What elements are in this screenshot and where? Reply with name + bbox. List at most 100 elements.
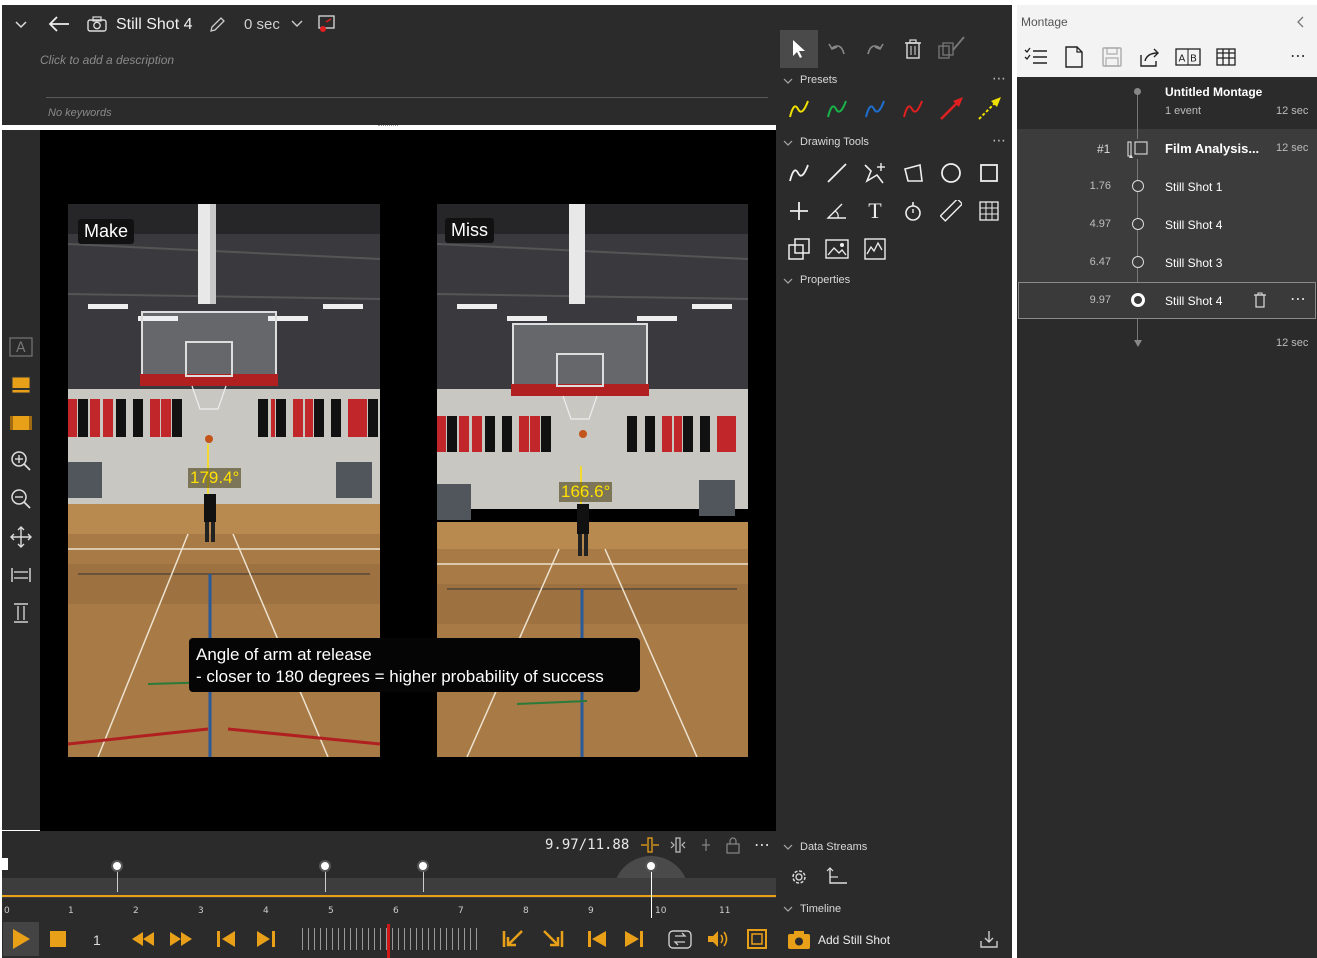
- montage-name[interactable]: Untitled Montage: [1165, 85, 1262, 99]
- group-name[interactable]: Film Analysis...: [1165, 141, 1259, 156]
- grid-layout-icon[interactable]: [1213, 45, 1239, 69]
- mark-in-icon[interactable]: [500, 928, 526, 950]
- preset-red-arrow-icon[interactable]: [938, 94, 966, 122]
- text-overlay-icon[interactable]: A: [8, 336, 34, 358]
- properties-chevron-icon[interactable]: [782, 275, 794, 287]
- duration-value[interactable]: 0 sec: [244, 16, 280, 33]
- play-icon[interactable]: [3, 922, 39, 956]
- left-angle-measure[interactable]: 179.4°: [188, 468, 242, 488]
- add-marker-icon[interactable]: [698, 836, 714, 854]
- save-disk-icon[interactable]: [1100, 45, 1124, 69]
- redo-icon[interactable]: [864, 38, 886, 60]
- clear-brush-icon[interactable]: [936, 34, 968, 62]
- axes-chart-icon[interactable]: [824, 864, 850, 890]
- item-delete-trash-icon[interactable]: [1251, 291, 1269, 309]
- drawing-tools-header[interactable]: Drawing Tools: [800, 136, 869, 148]
- add-still-shot-camera-icon[interactable]: [786, 929, 812, 951]
- circle-tool-icon[interactable]: [938, 160, 964, 186]
- montage-item[interactable]: Still Shot 4: [1165, 294, 1222, 308]
- import-download-icon[interactable]: [978, 928, 1000, 950]
- montage-item[interactable]: Still Shot 1: [1165, 180, 1222, 194]
- trim-handle-icon[interactable]: [640, 836, 660, 854]
- delete-trash-icon[interactable]: [902, 38, 924, 60]
- data-streams-chevron-icon[interactable]: [782, 841, 794, 853]
- playback-speed[interactable]: 1: [93, 932, 101, 948]
- collapse-montage-chevron-icon[interactable]: [1292, 14, 1308, 30]
- zoom-out-icon[interactable]: [8, 488, 34, 510]
- step-back-icon[interactable]: [214, 928, 238, 950]
- splitter-grip[interactable]: [378, 125, 398, 129]
- stop-icon[interactable]: [48, 929, 68, 949]
- share-export-icon[interactable]: [1137, 45, 1163, 69]
- montage-more-icon[interactable]: ⋯: [1287, 46, 1309, 66]
- text-tool-icon[interactable]: T: [862, 198, 888, 224]
- fit-height-icon[interactable]: [8, 602, 34, 624]
- checklist-icon[interactable]: [1022, 45, 1050, 69]
- image-tool-icon[interactable]: [824, 236, 850, 262]
- stopwatch-tool-icon[interactable]: [900, 198, 926, 224]
- preset-yellow-dashed-arrow-icon[interactable]: [976, 94, 1004, 122]
- volume-icon[interactable]: [706, 928, 732, 950]
- polyline-tool-icon[interactable]: [862, 160, 888, 186]
- clip-title[interactable]: Still Shot 4: [116, 16, 192, 34]
- crosshair-tool-icon[interactable]: [786, 198, 812, 224]
- presets-header[interactable]: Presets: [800, 74, 837, 86]
- description-field[interactable]: Click to add a description: [40, 53, 174, 67]
- polygon-tool-icon[interactable]: [900, 160, 926, 186]
- ab-compare-icon[interactable]: AB: [1174, 45, 1202, 69]
- new-document-icon[interactable]: [1062, 45, 1086, 69]
- select-arrow-icon[interactable]: [780, 30, 818, 68]
- lock-icon[interactable]: [724, 835, 742, 855]
- preset-blue-pen-icon[interactable]: [862, 96, 888, 122]
- timeline-header[interactable]: Timeline: [800, 903, 841, 915]
- fit-frame-icon[interactable]: [8, 374, 34, 396]
- timeline-more-icon[interactable]: ⋯: [752, 836, 772, 854]
- line-tool-icon[interactable]: [824, 160, 850, 186]
- keywords-field[interactable]: No keywords: [48, 107, 112, 119]
- mark-out-icon[interactable]: [540, 928, 566, 950]
- preset-yellow-pen-icon[interactable]: [786, 96, 812, 122]
- go-to-end-icon[interactable]: [622, 928, 646, 950]
- add-still-shot-button[interactable]: Add Still Shot: [818, 933, 890, 947]
- keyframe-still-shot-1[interactable]: [111, 860, 123, 872]
- data-streams-header[interactable]: Data Streams: [800, 841, 867, 853]
- playhead-keyframe[interactable]: [645, 860, 657, 872]
- overlay-tool-icon[interactable]: [786, 236, 812, 262]
- item-more-icon[interactable]: ⋯: [1287, 290, 1309, 308]
- jog-wheel[interactable]: [302, 928, 482, 950]
- rectangle-tool-icon[interactable]: [976, 160, 1002, 186]
- fill-frame-icon[interactable]: [8, 412, 34, 434]
- fit-width-icon[interactable]: [8, 564, 34, 586]
- properties-header[interactable]: Properties: [800, 274, 850, 286]
- split-clip-icon[interactable]: [668, 836, 688, 854]
- fast-forward-icon[interactable]: [168, 928, 194, 950]
- zoom-in-icon[interactable]: [8, 450, 34, 472]
- presets-more-icon[interactable]: ⋯: [992, 70, 1006, 87]
- undo-icon[interactable]: [826, 38, 848, 60]
- drawing-tools-more-icon[interactable]: ⋯: [992, 132, 1006, 149]
- presets-chevron-icon[interactable]: [782, 75, 794, 87]
- montage-item[interactable]: Still Shot 3: [1165, 256, 1222, 270]
- right-angle-measure[interactable]: 166.6°: [559, 482, 613, 502]
- edit-pencil-icon[interactable]: [206, 14, 228, 36]
- ruler-tool-icon[interactable]: [938, 198, 964, 224]
- caption-box[interactable]: Angle of arm at release - closer to 180 …: [189, 638, 640, 692]
- graph-tool-icon[interactable]: [862, 236, 888, 262]
- go-to-start-icon[interactable]: [585, 928, 609, 950]
- freehand-pen-icon[interactable]: [786, 160, 812, 186]
- keyframe-still-shot-4[interactable]: [319, 860, 331, 872]
- step-forward-icon[interactable]: [254, 928, 278, 950]
- settings-gear-icon[interactable]: [786, 864, 812, 890]
- angle-tool-icon[interactable]: [824, 198, 850, 224]
- grid-tool-icon[interactable]: [976, 198, 1002, 224]
- duration-dropdown-chevron-icon[interactable]: [290, 16, 304, 32]
- pan-move-icon[interactable]: [8, 526, 34, 548]
- in-point-marker[interactable]: [2, 858, 8, 870]
- fullscreen-icon[interactable]: [745, 928, 769, 950]
- back-arrow-icon[interactable]: [46, 12, 72, 36]
- montage-item[interactable]: Still Shot 4: [1165, 218, 1222, 232]
- drawing-tools-chevron-icon[interactable]: [782, 137, 794, 149]
- presenter-flag-icon[interactable]: [316, 13, 338, 35]
- rewind-icon[interactable]: [130, 928, 156, 950]
- timeline-chevron-icon[interactable]: [782, 903, 794, 915]
